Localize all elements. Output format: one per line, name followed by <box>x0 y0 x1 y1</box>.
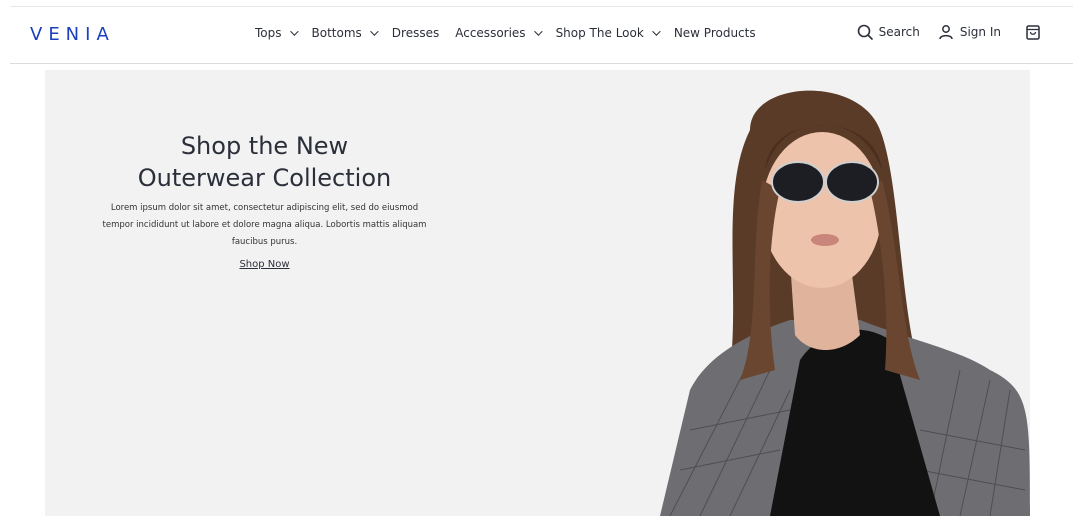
hero-banner: Shop the New Outerwear Collection Lorem … <box>45 70 1030 516</box>
shop-now-link[interactable]: Shop Now <box>239 259 289 270</box>
search-button[interactable]: Search <box>857 24 920 40</box>
nav-label: Shop The Look <box>555 26 644 40</box>
shopping-bag-icon <box>1026 25 1040 40</box>
model-image <box>660 90 1030 516</box>
nav-label: Tops <box>255 26 282 40</box>
sign-in-button[interactable]: Sign In <box>938 24 1001 40</box>
nav-label: Accessories <box>455 26 526 40</box>
header-actions: Search Sign In <box>857 24 1041 40</box>
nav-label: New Products <box>673 26 756 40</box>
nav-label: Dresses <box>391 26 440 40</box>
hero-title-line2: Outerwear Collection <box>137 164 392 192</box>
chevron-down-icon <box>651 27 661 36</box>
user-icon <box>939 25 953 40</box>
hero-title: Shop the New Outerwear Collection <box>97 130 432 194</box>
site-header: VENIA Tops Bottoms Dresses Accessories S… <box>10 7 1073 64</box>
hero-title-line1: Shop the New <box>180 132 349 160</box>
logo-text: VENIA <box>30 24 115 45</box>
nav-item-bottoms[interactable]: Bottoms <box>311 26 379 40</box>
hero-text-block: Shop the New Outerwear Collection Lorem … <box>97 130 432 271</box>
nav-item-new-products[interactable]: New Products <box>674 26 756 40</box>
venia-logo[interactable]: VENIA <box>30 24 115 45</box>
nav-item-accessories[interactable]: Accessories <box>455 26 543 40</box>
chevron-down-icon <box>289 27 299 36</box>
chevron-down-icon <box>533 27 543 36</box>
chevron-down-icon <box>369 27 379 36</box>
hero-description: Lorem ipsum dolor sit amet, consectetur … <box>102 203 427 247</box>
cart-button[interactable] <box>1025 24 1041 40</box>
nav-label: Bottoms <box>311 26 362 40</box>
search-label: Search <box>878 25 920 39</box>
nav-item-shop-the-look[interactable]: Shop The Look <box>555 26 661 40</box>
nav-item-tops[interactable]: Tops <box>255 26 299 40</box>
nav-item-dresses[interactable]: Dresses <box>392 26 439 40</box>
search-icon <box>857 24 873 40</box>
main-nav: Tops Bottoms Dresses Accessories Shop Th… <box>255 26 756 40</box>
sign-in-label: Sign In <box>959 25 1001 39</box>
